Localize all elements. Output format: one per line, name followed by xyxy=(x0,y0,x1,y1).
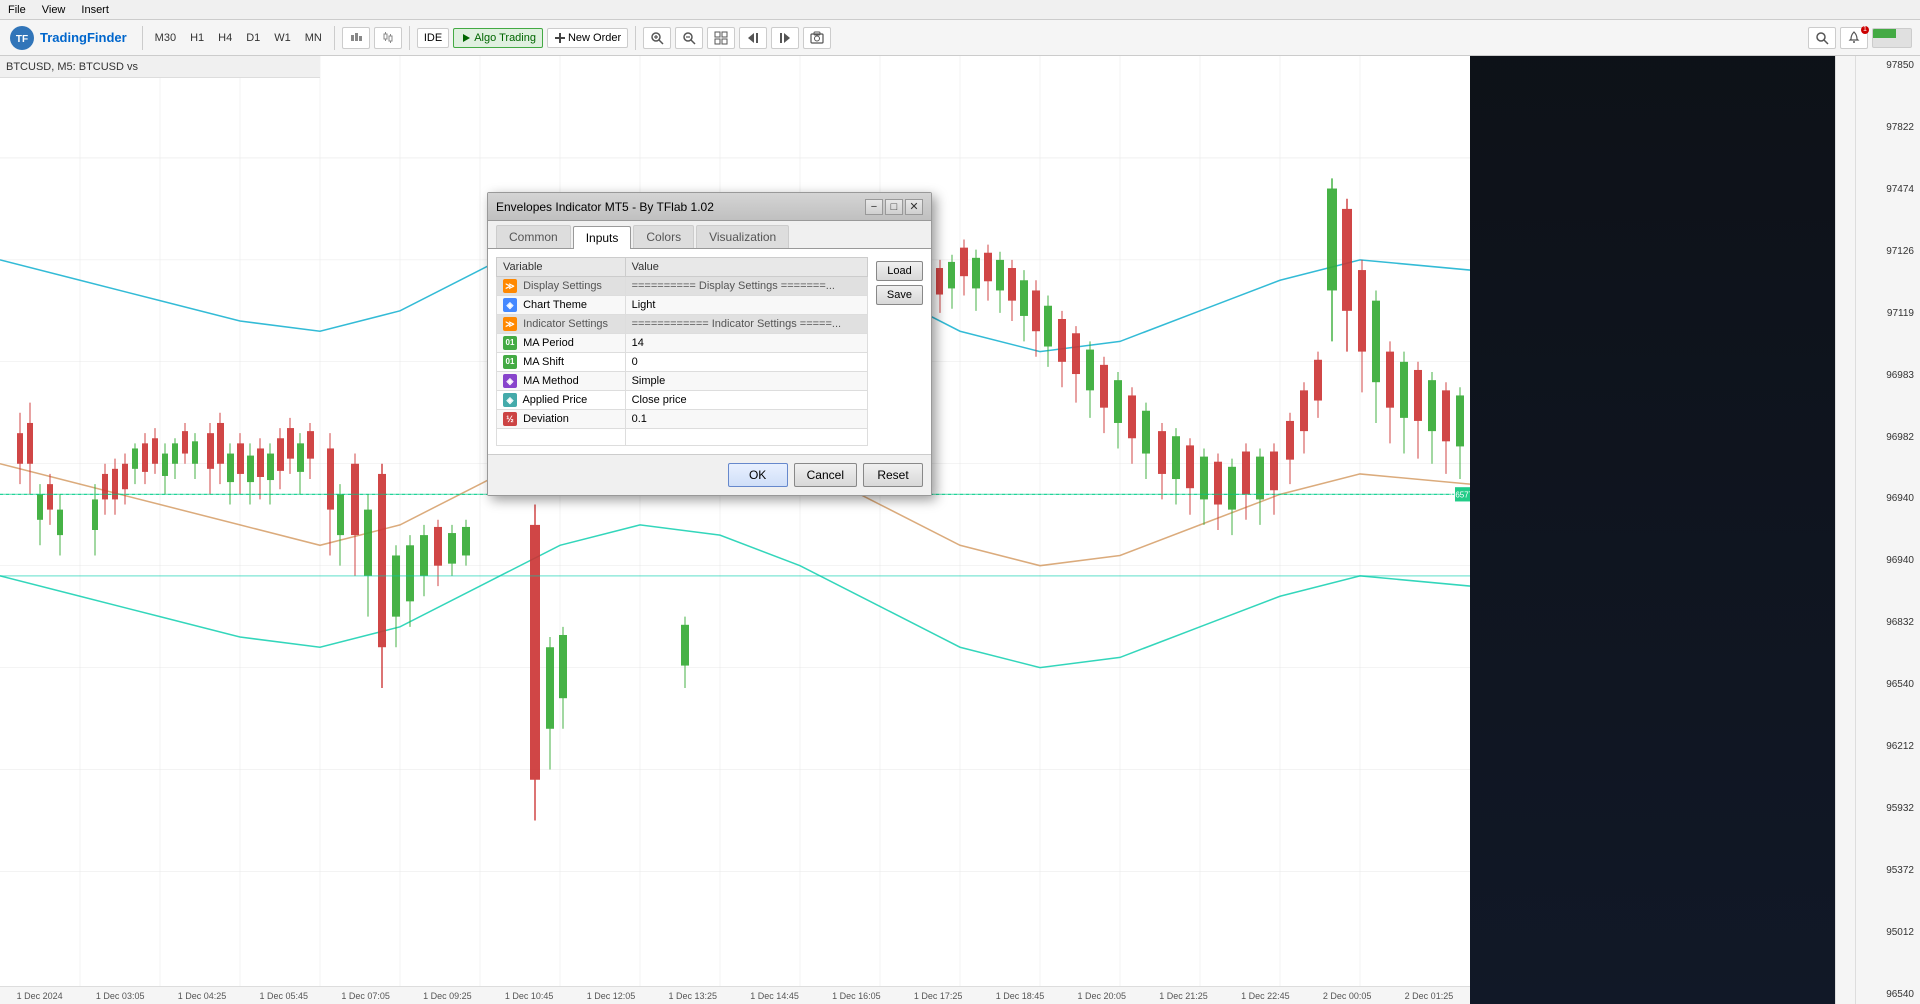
table-row: ≫ Indicator Settings ============ Indica… xyxy=(497,315,868,334)
tab-visualization[interactable]: Visualization xyxy=(696,225,789,248)
empty-cell-2 xyxy=(625,429,867,446)
val-cell[interactable]: 14 xyxy=(625,334,867,353)
var-name: Indicator Settings xyxy=(523,318,608,330)
var-name: MA Method xyxy=(523,375,579,387)
dialog-body: Variable Value ≫ Display Settings ======… xyxy=(488,249,931,454)
var-icon-green2: 01 xyxy=(503,355,517,369)
var-name: MA Period xyxy=(523,337,574,349)
var-name: Deviation xyxy=(523,413,569,425)
var-cell: ≫ Indicator Settings xyxy=(497,315,626,334)
var-icon-orange2: ≫ xyxy=(503,317,517,331)
maximize-button[interactable]: □ xyxy=(885,199,903,215)
dialog-footer: OK Cancel Reset xyxy=(488,454,931,495)
val-cell[interactable]: ============ Indicator Settings =====... xyxy=(625,315,867,334)
minimize-button[interactable]: − xyxy=(865,199,883,215)
val-cell[interactable]: Light xyxy=(625,296,867,315)
tab-common[interactable]: Common xyxy=(496,225,571,248)
val-cell[interactable]: Simple xyxy=(625,372,867,391)
col-variable: Variable xyxy=(497,258,626,277)
var-icon-teal: ◈ xyxy=(503,393,517,407)
close-button[interactable]: ✕ xyxy=(905,199,923,215)
var-icon-blue: ◈ xyxy=(503,298,517,312)
table-row: 01 MA Period 14 xyxy=(497,334,868,353)
params-table-container: Variable Value ≫ Display Settings ======… xyxy=(496,257,868,446)
val-cell[interactable]: ========== Display Settings =======... xyxy=(625,277,867,296)
var-cell: ≫ Display Settings xyxy=(497,277,626,296)
tab-colors[interactable]: Colors xyxy=(633,225,694,248)
var-cell: ◈ Chart Theme xyxy=(497,296,626,315)
cancel-button[interactable]: Cancel xyxy=(794,463,857,487)
table-row: 01 MA Shift 0 xyxy=(497,353,868,372)
var-icon-red: ½ xyxy=(503,412,517,426)
table-row: ½ Deviation 0.1 xyxy=(497,410,868,429)
var-name: MA Shift xyxy=(523,356,564,368)
var-cell: 01 MA Shift xyxy=(497,353,626,372)
var-cell: ½ Deviation xyxy=(497,410,626,429)
reset-button[interactable]: Reset xyxy=(863,463,923,487)
load-button[interactable]: Load xyxy=(876,261,923,281)
val-cell[interactable]: Close price xyxy=(625,391,867,410)
table-row: ≫ Display Settings ========== Display Se… xyxy=(497,277,868,296)
var-cell: ◈ MA Method xyxy=(497,372,626,391)
var-name: Display Settings xyxy=(523,280,602,292)
dialog-tabs: Common Inputs Colors Visualization xyxy=(488,221,931,249)
table-row: ◈ Applied Price Close price xyxy=(497,391,868,410)
dialog-titlebar[interactable]: Envelopes Indicator MT5 - By TFlab 1.02 … xyxy=(488,193,931,221)
dialog-title-text: Envelopes Indicator MT5 - By TFlab 1.02 xyxy=(496,200,714,214)
save-button[interactable]: Save xyxy=(876,285,923,305)
val-cell[interactable]: 0 xyxy=(625,353,867,372)
var-icon-purple: ◈ xyxy=(503,374,517,388)
indicator-settings-dialog: Envelopes Indicator MT5 - By TFlab 1.02 … xyxy=(487,192,932,496)
table-row-empty xyxy=(497,429,868,446)
empty-cell xyxy=(497,429,626,446)
col-value: Value xyxy=(625,258,867,277)
dialog-overlay: Envelopes Indicator MT5 - By TFlab 1.02 … xyxy=(0,0,1920,1004)
var-cell: 01 MA Period xyxy=(497,334,626,353)
var-icon-green: 01 xyxy=(503,336,517,350)
parameters-table: Variable Value ≫ Display Settings ======… xyxy=(496,257,868,446)
var-name: Applied Price xyxy=(522,394,587,406)
dialog-window-controls: − □ ✕ xyxy=(865,199,923,215)
ok-button[interactable]: OK xyxy=(728,463,788,487)
var-name: Chart Theme xyxy=(523,299,587,311)
table-row: ◈ MA Method Simple xyxy=(497,372,868,391)
var-icon-orange: ≫ xyxy=(503,279,517,293)
side-buttons-panel: Load Save xyxy=(876,257,923,446)
tab-inputs[interactable]: Inputs xyxy=(573,226,632,249)
val-cell[interactable]: 0.1 xyxy=(625,410,867,429)
var-cell: ◈ Applied Price xyxy=(497,391,626,410)
table-row: ◈ Chart Theme Light xyxy=(497,296,868,315)
